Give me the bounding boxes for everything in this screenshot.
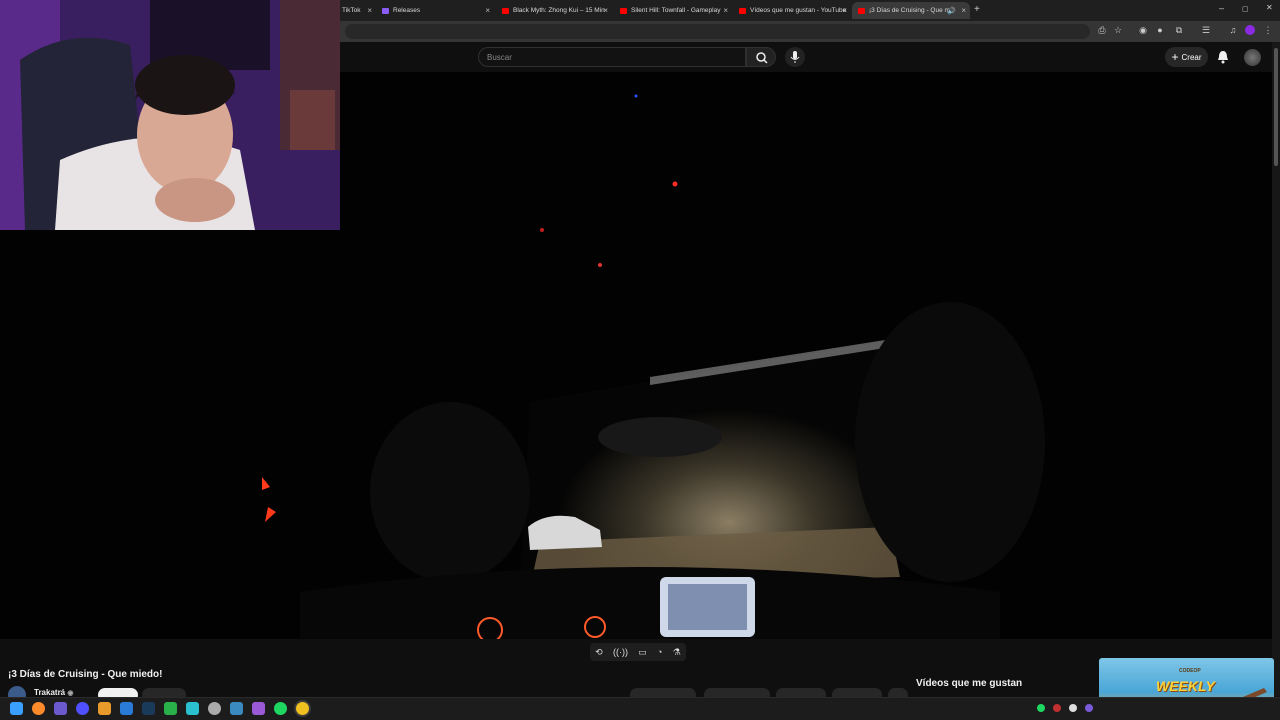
search-button[interactable] [746,47,776,67]
profile-avatar-icon[interactable] [1245,25,1255,35]
tab-liked-videos[interactable]: Vídeos que me gustan - YouTube × [733,2,851,19]
chrome-icon[interactable] [296,702,309,715]
extensions-puzzle-icon[interactable]: ⧉ [1174,25,1184,35]
microphone-icon [790,51,800,63]
reading-list-icon[interactable]: ☰ [1201,25,1211,35]
close-tab-icon[interactable]: × [367,6,372,15]
verified-icon: ◉ [67,690,74,697]
close-tab-icon[interactable]: × [603,6,608,15]
install-app-icon[interactable]: ⎙ [1097,25,1107,35]
search-input[interactable]: Buscar [478,47,746,67]
tab-title: Vídeos que me gustan - YouTube [750,7,847,14]
search-icon [756,52,768,64]
tab-tiktok[interactable]: TikTok × [336,2,376,19]
youtube-favicon-icon [502,7,509,14]
video-title: ¡3 Días de Cruising - Que miedo! [8,669,163,680]
flask-icon[interactable]: ⚗ [673,647,681,658]
youtube-favicon-icon [739,7,746,14]
tray-app-icon[interactable] [1085,704,1093,712]
notifications-bell-icon[interactable] [1216,50,1230,64]
voice-search-button[interactable] [785,47,805,67]
app-icon[interactable] [164,702,177,715]
tab-black-myth[interactable]: Black Myth: Zhong Kui – 15 Min × [496,2,612,19]
extension-icon[interactable]: ◉ [1138,25,1148,35]
tab-title: Silent Hill: Townfall - Gameplay [631,7,721,14]
app-icon[interactable] [186,702,199,715]
close-tab-icon[interactable]: × [723,6,728,15]
browser-menu-icon[interactable]: ⋮ [1263,25,1273,35]
media-control-icon[interactable]: ♫ [1228,25,1238,35]
spotify-icon[interactable] [274,702,287,715]
tab-title: Black Myth: Zhong Kui – 15 Min [513,7,605,14]
close-window-button[interactable]: ✕ [1266,3,1273,12]
speaker-icon[interactable]: 🔊 [947,7,956,15]
search-icon[interactable] [32,702,45,715]
tab-title: TikTok [342,7,361,14]
tab-active-video[interactable]: ¡3 Días de Cruising - Que m 🔊 × [852,2,970,19]
app-icon[interactable] [230,702,243,715]
audio-wave-icon[interactable]: ((·)) [613,647,628,657]
new-tab-button[interactable]: + [974,4,980,15]
app-icon[interactable] [54,702,67,715]
speed-gauge-icon[interactable]: ◔ [657,647,662,657]
windows-start-icon[interactable] [10,702,23,715]
create-button[interactable]: + Crear [1165,47,1208,67]
app-icon[interactable] [120,702,133,715]
youtube-favicon-icon [620,7,627,14]
create-label: Crear [1181,52,1202,62]
close-tab-icon[interactable]: × [842,6,847,15]
account-avatar[interactable] [1244,49,1261,66]
channel-name-label: Trakatrá [34,688,66,697]
twitch-icon[interactable] [252,702,265,715]
tray-spotify-icon[interactable] [1037,704,1045,712]
extension-icon[interactable]: ● [1155,25,1165,35]
plus-icon: + [1171,50,1179,64]
tab-releases[interactable]: Releases × [376,2,494,19]
tab-silent-hill[interactable]: Silent Hill: Townfall - Gameplay × [614,2,732,19]
app-icon[interactable] [208,702,221,715]
tab-title: ¡3 Días de Cruising - Que m [869,7,950,14]
minimize-button[interactable]: – [1219,3,1224,13]
tab-favicon-icon [382,7,389,14]
webcam-image [0,0,340,230]
youtube-favicon-icon [858,7,865,14]
tray-app-icon[interactable] [1069,704,1077,712]
bookmark-star-icon[interactable]: ☆ [1113,25,1123,35]
tab-title: Releases [393,7,421,14]
maximize-button[interactable]: ▢ [1242,5,1249,13]
playlist-title[interactable]: Vídeos que me gustan [916,678,1096,698]
vivaldi-icon[interactable] [76,702,89,715]
streamer-webcam-overlay [0,0,340,230]
window-icon[interactable]: ▭ [638,647,647,658]
channel-name[interactable]: Trakatrá ◉ [34,688,73,697]
scrollbar-thumb[interactable] [1274,48,1278,166]
loop-icon[interactable]: ⟲ [595,647,603,658]
steam-icon[interactable] [142,702,155,715]
tray-app-icon[interactable] [1053,704,1061,712]
close-tab-icon[interactable]: × [485,6,490,15]
address-bar[interactable] [345,24,1090,39]
floating-tool-controls: ⟲ ((·)) ▭ ◔ ⚗ [590,643,686,661]
app-icon[interactable] [98,702,111,715]
close-tab-icon[interactable]: × [961,6,966,15]
